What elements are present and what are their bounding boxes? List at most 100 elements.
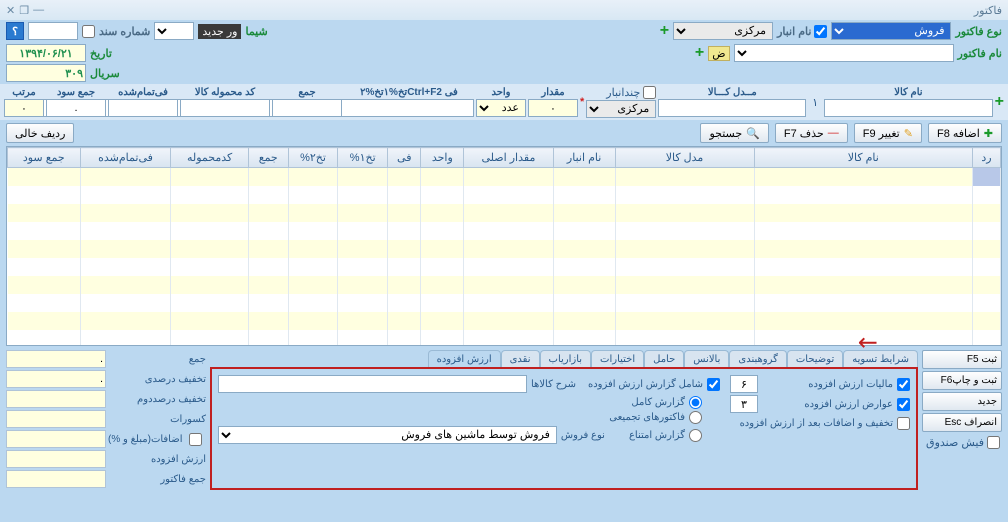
grid-header-12[interactable]: جمع سود bbox=[8, 148, 81, 168]
package-code-input[interactable] bbox=[180, 99, 270, 117]
tab-7[interactable]: نقدی bbox=[501, 350, 540, 368]
table-row[interactable] bbox=[8, 222, 1001, 240]
fee-input[interactable] bbox=[326, 99, 474, 117]
table-row[interactable] bbox=[8, 168, 1001, 186]
vat-duty-input[interactable] bbox=[730, 395, 758, 413]
tab-1[interactable]: توضیحات bbox=[787, 350, 843, 368]
grid-header-0[interactable]: رد bbox=[973, 148, 1001, 168]
table-row[interactable] bbox=[8, 330, 1001, 347]
fee-done-input[interactable] bbox=[108, 99, 178, 117]
tab-3[interactable]: بالانس bbox=[684, 350, 729, 368]
tab-8[interactable]: ارزش افزوده bbox=[428, 350, 501, 368]
table-row[interactable] bbox=[8, 276, 1001, 294]
save-button[interactable]: ثبت F5 bbox=[922, 350, 1002, 369]
empty-row-button[interactable]: ردیف خالی bbox=[6, 123, 74, 143]
grid-header-6[interactable]: فی bbox=[388, 148, 421, 168]
table-row[interactable] bbox=[8, 186, 1001, 204]
tab-4[interactable]: حامل bbox=[644, 350, 684, 368]
edit-button[interactable]: ✎تغییر F9 bbox=[854, 123, 922, 143]
minimize-button[interactable]: — bbox=[33, 4, 44, 17]
invoice-name-select[interactable] bbox=[734, 44, 954, 62]
invoice-name-add-icon[interactable]: + bbox=[695, 44, 704, 62]
shima-select[interactable] bbox=[154, 22, 194, 40]
tab-0[interactable]: شرایط تسویه bbox=[843, 350, 918, 368]
grid-header-2[interactable]: مدل کالا bbox=[615, 148, 754, 168]
include-report-check[interactable] bbox=[707, 378, 720, 391]
cash-receipt-check[interactable] bbox=[987, 436, 1000, 449]
multi-wh-check[interactable] bbox=[643, 86, 656, 99]
item-name-input[interactable] bbox=[824, 99, 992, 117]
table-row[interactable] bbox=[8, 312, 1001, 330]
full-report-label: گزارش کامل bbox=[631, 397, 685, 408]
doc-no-check[interactable] bbox=[82, 25, 95, 38]
agg-invoices-label: فاکتورهای تجمیعی bbox=[609, 412, 685, 423]
warehouse-select[interactable]: مرکزی bbox=[673, 22, 773, 40]
grid-header-1[interactable]: نام کالا bbox=[754, 148, 972, 168]
discount-pct-input[interactable] bbox=[6, 370, 106, 388]
qty-input[interactable] bbox=[528, 99, 578, 117]
serial-input[interactable] bbox=[6, 64, 86, 82]
delete-button[interactable]: —حذف F7 bbox=[775, 123, 848, 143]
grid-header-8[interactable]: تخ۲% bbox=[288, 148, 338, 168]
wh-help-icon[interactable]: * bbox=[580, 96, 584, 108]
tab-5[interactable]: اختیارات bbox=[591, 350, 644, 368]
help-icon[interactable]: ؟ bbox=[6, 22, 24, 40]
refuse-report-radio[interactable] bbox=[689, 429, 702, 442]
vor-jadid-box: ور جدید bbox=[198, 24, 241, 39]
vat-amount-label: ارزش افزوده bbox=[108, 454, 206, 465]
doc-no-input[interactable] bbox=[28, 22, 78, 40]
sale-type-select[interactable]: فروش توسط ماشین های فروش bbox=[218, 426, 557, 444]
additions-check[interactable] bbox=[185, 433, 206, 446]
save-print-button[interactable]: ثبت و چاپF6 bbox=[922, 371, 1002, 390]
sum-input[interactable] bbox=[272, 99, 342, 117]
grid-header-5[interactable]: واحد bbox=[421, 148, 464, 168]
vat-duty-check[interactable] bbox=[897, 398, 910, 411]
discount-pct2-input[interactable] bbox=[6, 390, 106, 408]
grid-header-4[interactable]: مقدار اصلی bbox=[464, 148, 554, 168]
sort-input[interactable] bbox=[4, 99, 44, 117]
tab-2[interactable]: گروهبندی bbox=[729, 350, 787, 368]
unit-select[interactable]: عدد bbox=[476, 99, 526, 117]
warehouse-name-check[interactable] bbox=[814, 25, 827, 38]
date-label: تاریخ bbox=[90, 47, 112, 60]
profit-sum-input[interactable] bbox=[46, 99, 106, 117]
new-button[interactable]: جدید bbox=[922, 392, 1002, 411]
cancel-button[interactable]: انصراف Esc bbox=[922, 413, 1002, 432]
item-model-input[interactable] bbox=[658, 99, 806, 117]
additions-input[interactable] bbox=[6, 430, 106, 448]
fee-label: فی Ctrl+F2تخ%۱تخ%۲ bbox=[344, 87, 474, 98]
table-row[interactable] bbox=[8, 258, 1001, 276]
items-desc-input[interactable] bbox=[218, 375, 527, 393]
grid-header-10[interactable]: کدمحموله bbox=[171, 148, 248, 168]
table-row[interactable] bbox=[8, 204, 1001, 222]
unit-label: واحد bbox=[476, 87, 526, 98]
grid-header-11[interactable]: فی‌تمام‌شده bbox=[80, 148, 171, 168]
warehouse-add-icon[interactable]: + bbox=[660, 22, 669, 40]
items-grid[interactable]: ردنام کالامدل کالانام انبارمقدار اصلیواح… bbox=[6, 146, 1002, 346]
item-add-icon[interactable]: + bbox=[995, 93, 1004, 111]
grid-header-3[interactable]: نام انبار bbox=[553, 148, 615, 168]
grid-header-7[interactable]: تخ۱% bbox=[338, 148, 388, 168]
full-report-radio[interactable] bbox=[689, 396, 702, 409]
invoice-type-select[interactable]: فروش bbox=[831, 22, 951, 40]
deductions-input[interactable] bbox=[6, 410, 106, 428]
agg-invoices-radio[interactable] bbox=[689, 411, 702, 424]
add-button[interactable]: ✚اضافه F8 bbox=[928, 123, 1002, 143]
vat-tax-input[interactable] bbox=[730, 375, 758, 393]
search-button[interactable]: 🔍جستجو bbox=[700, 123, 768, 143]
grid-header-9[interactable]: جمع bbox=[248, 148, 288, 168]
invoice-total-input[interactable] bbox=[6, 470, 106, 488]
vat-tax-check[interactable] bbox=[897, 378, 910, 391]
vat-amount-input[interactable] bbox=[6, 450, 106, 468]
tab-6[interactable]: بازاریاب bbox=[540, 350, 592, 368]
table-row[interactable] bbox=[8, 294, 1001, 312]
qty-label: مقدار bbox=[528, 87, 578, 98]
date-input[interactable] bbox=[6, 44, 86, 62]
sum-total-input[interactable] bbox=[6, 350, 106, 368]
close-button[interactable]: ✕ bbox=[6, 4, 15, 17]
vat-after-discount-check[interactable] bbox=[897, 417, 910, 430]
additions-label: اضافات(مبلغ و %) bbox=[108, 434, 183, 445]
row-wh-select[interactable]: مرکزی bbox=[586, 100, 656, 118]
table-row[interactable] bbox=[8, 240, 1001, 258]
restore-button[interactable]: ❐ bbox=[19, 4, 29, 17]
